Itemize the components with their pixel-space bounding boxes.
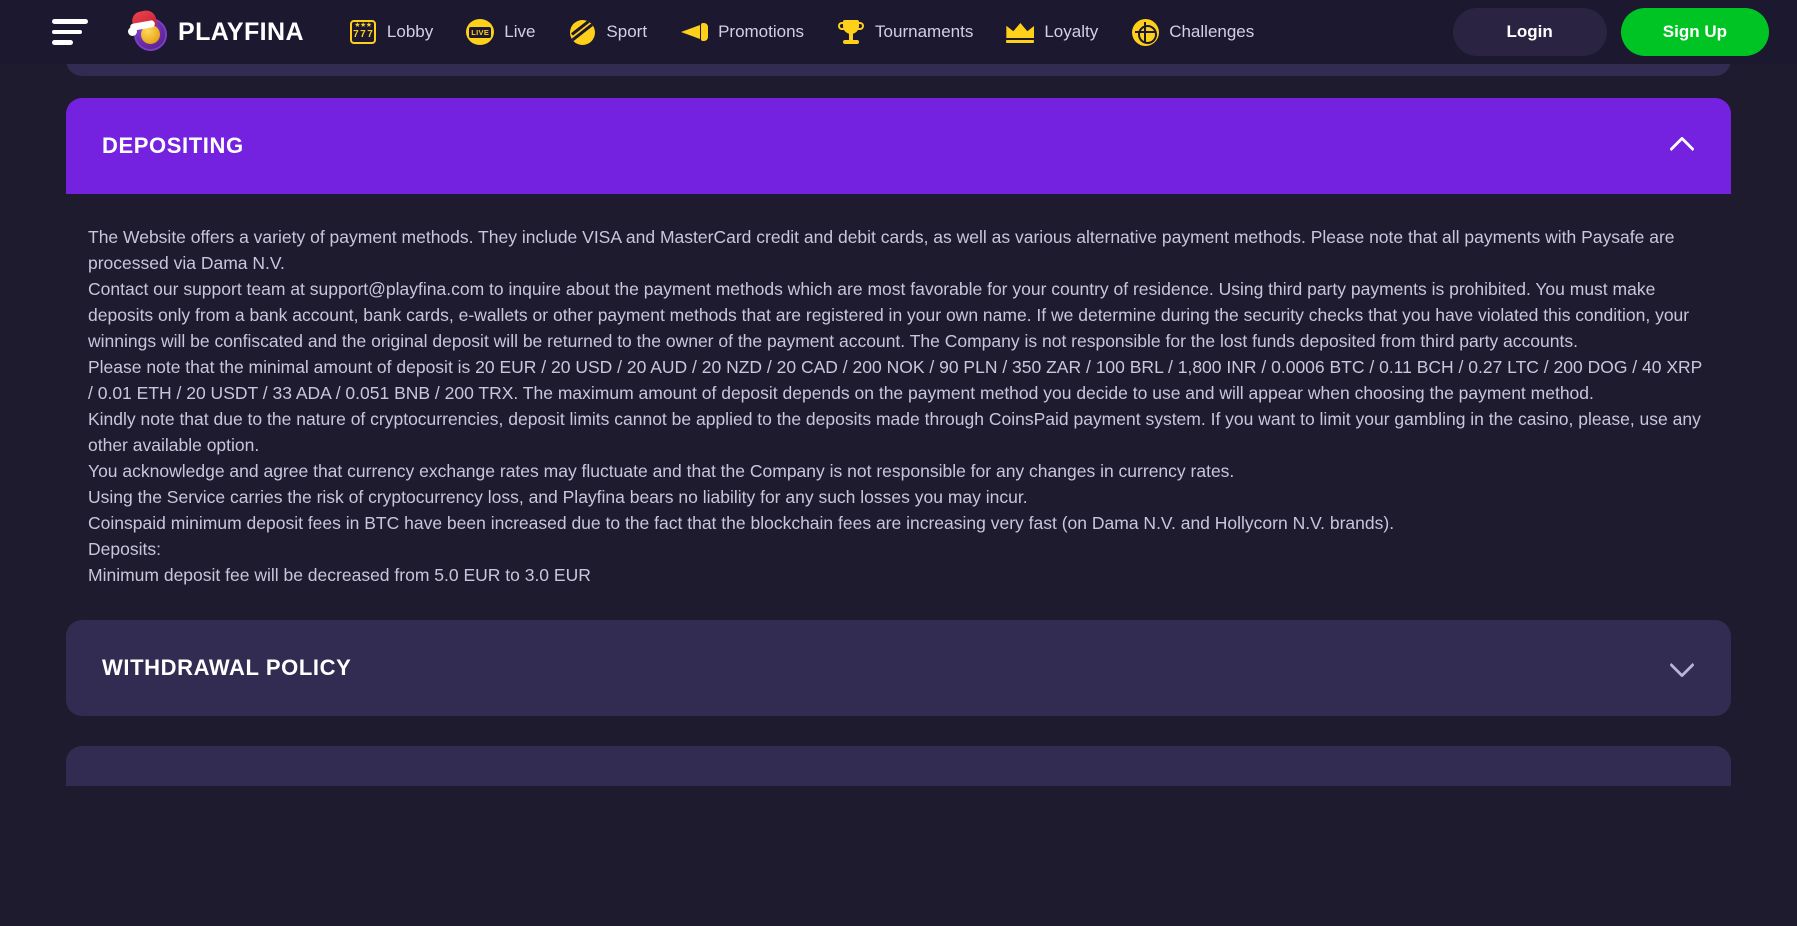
accordion-header-withdrawal-policy[interactable]: WITHDRAWAL POLICY	[66, 620, 1731, 716]
accordion-title-withdrawal-policy: WITHDRAWAL POLICY	[102, 655, 352, 680]
chevron-down-icon[interactable]	[1669, 655, 1695, 681]
accordion-header-depositing[interactable]: DEPOSITING	[66, 98, 1731, 194]
nav-item-challenges[interactable]: Challenges	[1114, 17, 1270, 47]
live-badge-icon: LIVE	[465, 17, 495, 47]
login-button[interactable]: Login	[1452, 8, 1607, 56]
megaphone-icon	[679, 17, 709, 47]
paragraph: Contact our support team at support@play…	[88, 279, 1690, 351]
paragraph: Please note that the minimal amount of d…	[88, 357, 1703, 403]
nav-label-promotions: Promotions	[718, 22, 805, 41]
chevron-up-icon[interactable]	[1669, 133, 1695, 159]
sport-ball-icon	[567, 17, 597, 47]
hamburger-line	[52, 29, 82, 35]
nav-item-sport[interactable]: Sport	[551, 17, 663, 47]
nav-label-lobby: Lobby	[386, 22, 434, 41]
logo-text: PLAYFINA	[178, 17, 304, 46]
paragraph: Minimum deposit fee will be decreased fr…	[88, 565, 591, 585]
nav-item-tournaments[interactable]: Tournaments	[820, 17, 989, 47]
paragraph: Using the Service carries the risk of cr…	[88, 487, 1028, 507]
header-actions: Login Sign Up	[1452, 8, 1769, 56]
site-logo[interactable]: PLAYFINA	[128, 8, 304, 53]
nav-label-tournaments: Tournaments	[875, 22, 974, 41]
accordion-withdrawal-policy: WITHDRAWAL POLICY	[66, 620, 1731, 716]
nav-item-lobby[interactable]: 777 Lobby	[332, 17, 449, 47]
crown-icon	[1005, 17, 1035, 47]
paragraph: Kindly note that due to the nature of cr…	[88, 409, 1701, 455]
primary-navigation: 777 Lobby LIVE Live Sport Promotions	[332, 17, 1453, 47]
nav-label-loyalty: Loyalty	[1044, 22, 1099, 41]
paragraph: Coinspaid minimum deposit fees in BTC ha…	[88, 513, 1395, 533]
paragraph: You acknowledge and agree that currency …	[88, 461, 1235, 481]
hamburger-line	[52, 40, 73, 46]
santa-hat-pompom	[128, 27, 137, 36]
accordion-body-depositing: The Website offers a variety of payment …	[66, 194, 1731, 598]
nav-item-live[interactable]: LIVE Live	[449, 17, 551, 47]
site-header: PLAYFINA 777 Lobby LIVE Live Sport Promo	[0, 0, 1797, 64]
nav-label-live: Live	[504, 22, 536, 41]
signup-button[interactable]: Sign Up	[1620, 8, 1769, 56]
nav-item-promotions[interactable]: Promotions	[663, 17, 820, 47]
hamburger-line	[52, 19, 88, 24]
hamburger-menu-icon[interactable]	[52, 19, 88, 46]
nav-label-sport: Sport	[606, 22, 648, 41]
playfina-coin-icon	[128, 8, 172, 53]
nav-label-challenges: Challenges	[1169, 22, 1255, 41]
page-content: DEPOSITING The Website offers a variety …	[0, 58, 1797, 786]
target-icon	[1130, 17, 1160, 47]
trophy-icon	[836, 17, 866, 47]
paragraph: Deposits:	[88, 539, 161, 559]
slot-777-icon: 777	[348, 17, 378, 47]
paragraph: The Website offers a variety of payment …	[88, 227, 1675, 273]
accordion-title-depositing: DEPOSITING	[102, 133, 244, 158]
nav-item-loyalty[interactable]: Loyalty	[989, 17, 1114, 47]
next-accordion-card-edge	[66, 746, 1731, 786]
accordion-depositing: DEPOSITING The Website offers a variety …	[66, 98, 1731, 598]
